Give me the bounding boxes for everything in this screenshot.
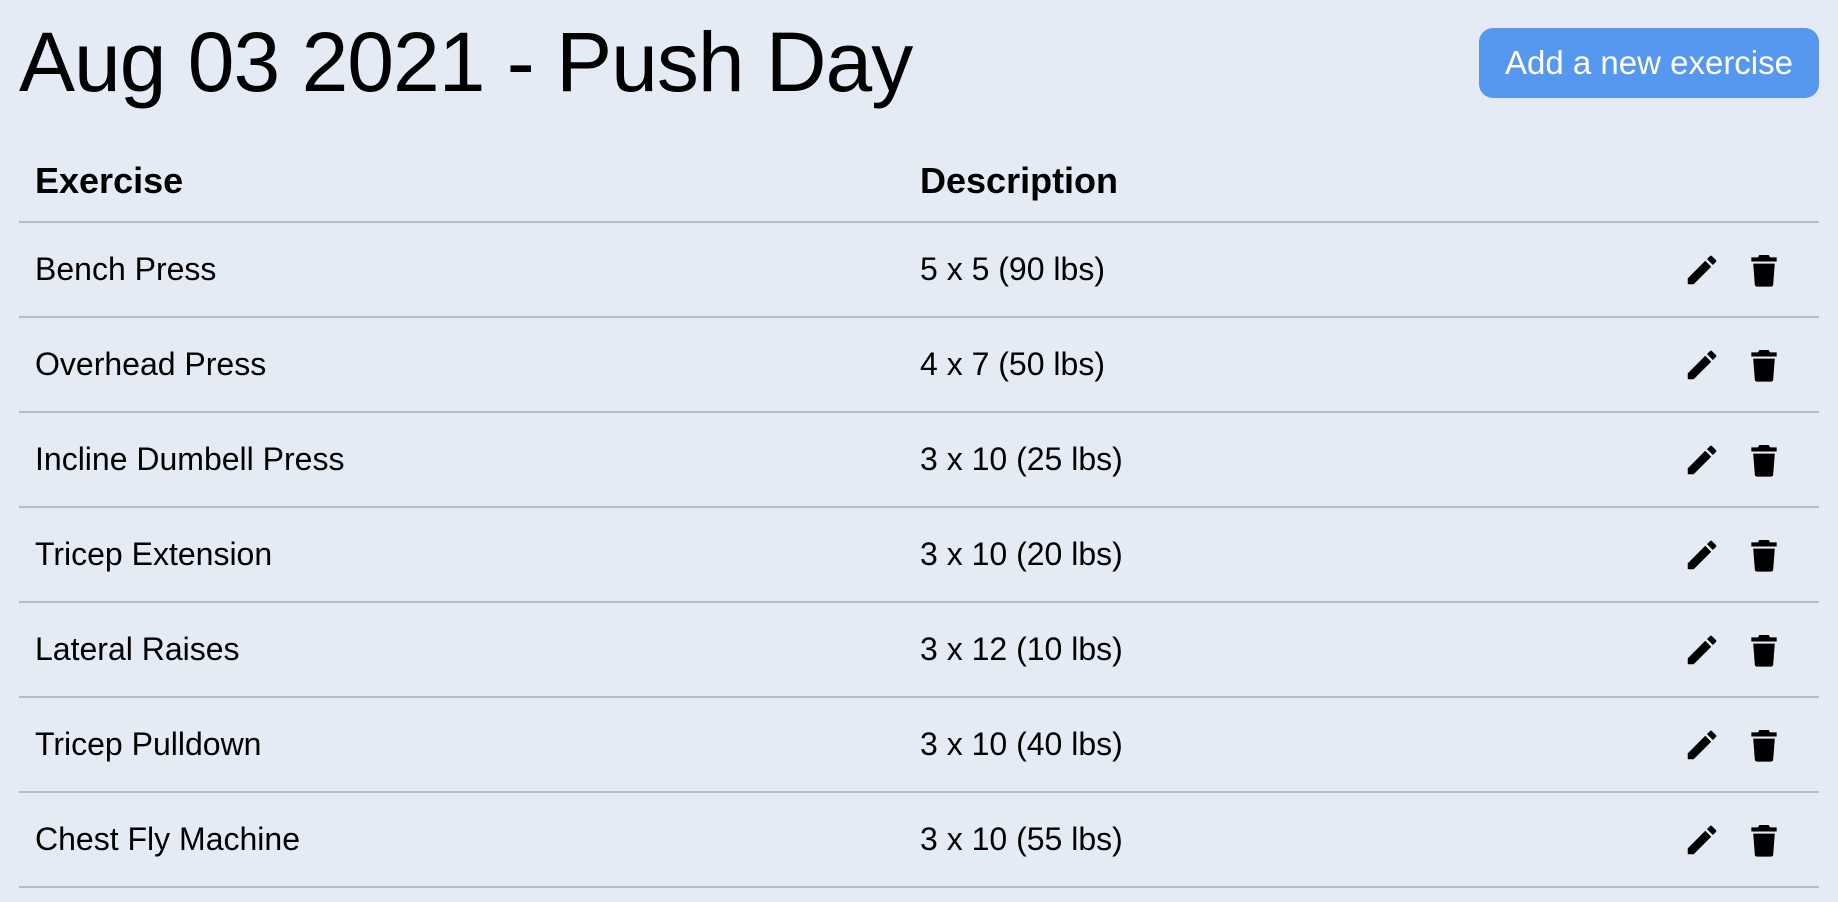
table-row: Tricep Pulldown 3 x 10 (40 lbs) — [19, 698, 1819, 793]
exercise-table: Exercise Description Bench Press 5 x 5 (… — [19, 146, 1819, 888]
exercise-description: 3 x 10 (25 lbs) — [920, 441, 1123, 477]
exercise-name: Tricep Pulldown — [35, 726, 262, 762]
trash-icon[interactable] — [1745, 535, 1783, 575]
trash-icon[interactable] — [1745, 345, 1783, 385]
table-body: Bench Press 5 x 5 (90 lbs) Overhead Pres… — [19, 223, 1819, 888]
row-actions — [1683, 413, 1783, 506]
table-row: Incline Dumbell Press 3 x 10 (25 lbs) — [19, 413, 1819, 508]
pencil-icon[interactable] — [1683, 725, 1721, 765]
add-exercise-button[interactable]: Add a new exercise — [1479, 28, 1819, 98]
exercise-name: Overhead Press — [35, 346, 267, 382]
page-title: Aug 03 2021 - Push Day — [19, 15, 913, 109]
row-actions — [1683, 508, 1783, 601]
table-header-row: Exercise Description — [19, 146, 1819, 223]
pencil-icon[interactable] — [1683, 440, 1721, 480]
exercise-name: Chest Fly Machine — [35, 821, 300, 857]
pencil-icon[interactable] — [1683, 535, 1721, 575]
exercise-description: 5 x 5 (90 lbs) — [920, 251, 1105, 287]
trash-icon[interactable] — [1745, 820, 1783, 860]
table-row: Tricep Extension 3 x 10 (20 lbs) — [19, 508, 1819, 603]
trash-icon[interactable] — [1745, 725, 1783, 765]
trash-icon[interactable] — [1745, 630, 1783, 670]
pencil-icon[interactable] — [1683, 345, 1721, 385]
exercise-name: Bench Press — [35, 251, 217, 287]
table-row: Lateral Raises 3 x 12 (10 lbs) — [19, 603, 1819, 698]
page-header: Aug 03 2021 - Push Day Add a new exercis… — [19, 0, 1819, 130]
exercise-description: 3 x 10 (55 lbs) — [920, 821, 1123, 857]
pencil-icon[interactable] — [1683, 250, 1721, 290]
table-row: Chest Fly Machine 3 x 10 (55 lbs) — [19, 793, 1819, 888]
exercise-name: Lateral Raises — [35, 631, 240, 667]
exercise-description: 3 x 10 (40 lbs) — [920, 726, 1123, 762]
exercise-description: 3 x 12 (10 lbs) — [920, 631, 1123, 667]
row-actions — [1683, 223, 1783, 316]
exercise-name: Tricep Extension — [35, 536, 273, 572]
row-actions — [1683, 793, 1783, 886]
trash-icon[interactable] — [1745, 440, 1783, 480]
row-actions — [1683, 318, 1783, 411]
column-header-description: Description — [920, 160, 1119, 201]
pencil-icon[interactable] — [1683, 820, 1721, 860]
exercise-description: 3 x 10 (20 lbs) — [920, 536, 1123, 572]
pencil-icon[interactable] — [1683, 630, 1721, 670]
column-header-exercise: Exercise — [35, 160, 184, 201]
row-actions — [1683, 603, 1783, 696]
exercise-name: Incline Dumbell Press — [35, 441, 345, 477]
exercise-description: 4 x 7 (50 lbs) — [920, 346, 1105, 382]
row-actions — [1683, 698, 1783, 791]
table-row: Bench Press 5 x 5 (90 lbs) — [19, 223, 1819, 318]
trash-icon[interactable] — [1745, 250, 1783, 290]
table-row: Overhead Press 4 x 7 (50 lbs) — [19, 318, 1819, 413]
